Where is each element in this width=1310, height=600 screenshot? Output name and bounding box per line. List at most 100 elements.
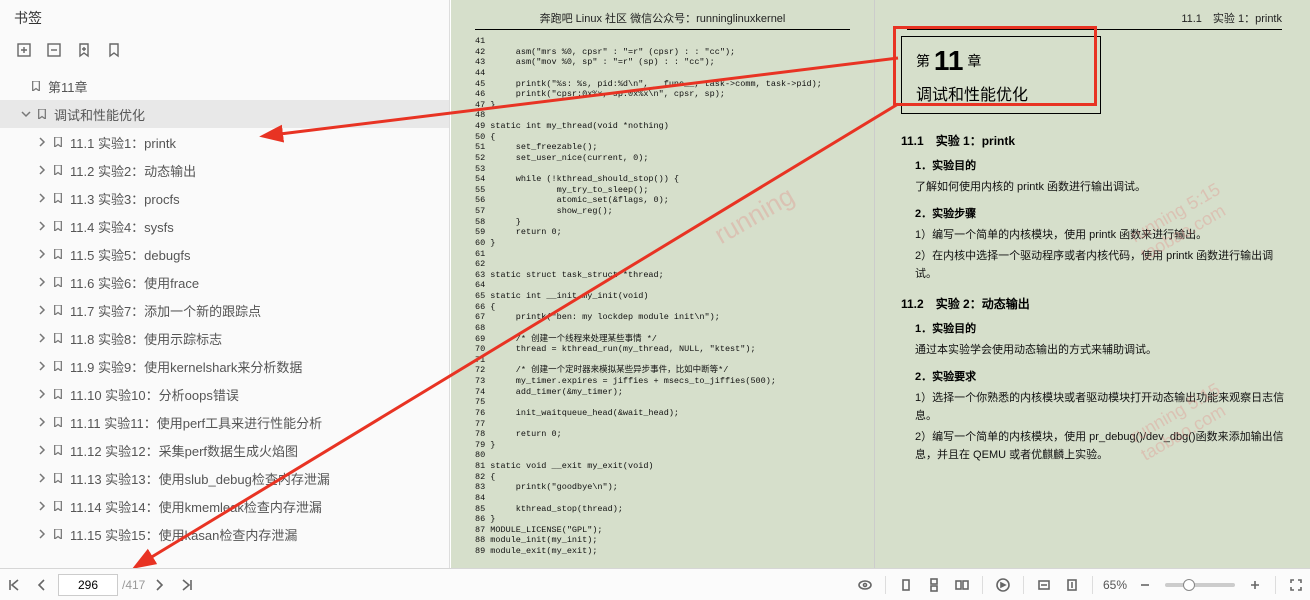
first-page-button[interactable] [0, 571, 28, 599]
fit-width-icon[interactable] [1030, 571, 1058, 599]
bookmark-node[interactable]: 11.6 实验6：使用frace [0, 268, 449, 296]
single-page-icon[interactable] [892, 571, 920, 599]
bookmark-label: 11.9 实验9：使用kernelshark来分析数据 [70, 357, 302, 376]
bookmark-add-icon[interactable] [70, 38, 98, 62]
caret-icon [34, 361, 50, 371]
subsection: 1．实验目的 [915, 157, 1288, 173]
bookmark-node[interactable]: 11.8 实验8：使用示踪标志 [0, 324, 449, 352]
page-right[interactable]: 11.1 实验 1：printk 第 11 章 调试和性能优化 11.1 实验 … [875, 0, 1310, 568]
bookmark-icon [50, 389, 66, 399]
caret-icon [34, 137, 50, 147]
bookmark-icon [50, 193, 66, 203]
expand-all-icon[interactable] [10, 38, 38, 62]
bookmark-label: 11.3 实验3：procfs [70, 189, 180, 208]
bookmark-node[interactable]: 11.1 实验1：printk [0, 128, 449, 156]
caret-icon [34, 333, 50, 343]
bookmark-label: 11.10 实验10：分析oops错误 [70, 385, 239, 404]
collapse-all-icon[interactable] [40, 38, 68, 62]
bookmark-icon [50, 137, 66, 147]
paragraph: 1）编写一个简单的内核模块，使用 printk 函数来进行输出。 [915, 227, 1288, 245]
bookmark-node[interactable]: 11.11 实验11：使用perf工具来进行性能分析 [0, 408, 449, 436]
bookmark-node[interactable]: 11.13 实验13：使用slub_debug检查内存泄漏 [0, 464, 449, 492]
bookmark-label: 11.6 实验6：使用frace [70, 273, 199, 292]
bookmark-node[interactable]: 11.10 实验10：分析oops错误 [0, 380, 449, 408]
subsection: 2．实验要求 [915, 368, 1288, 384]
bookmark-label: 调试和性能优化 [54, 105, 145, 124]
fullscreen-icon[interactable] [1282, 571, 1310, 599]
bookmark-node[interactable]: 11.4 实验4：sysfs [0, 212, 449, 240]
bookmark-label: 11.2 实验2：动态输出 [70, 161, 196, 180]
paragraph: 2）在内核中选择一个驱动程序或者内核代码，使用 printk 函数进行输出调试。 [915, 248, 1288, 283]
last-page-button[interactable] [173, 571, 201, 599]
next-page-button[interactable] [145, 571, 173, 599]
page-left[interactable]: 奔跑吧 Linux 社区 微信公众号：runninglinuxkernel 41… [451, 0, 874, 568]
bookmark-icon [50, 361, 66, 371]
autoscroll-icon[interactable] [989, 571, 1017, 599]
caret-icon [34, 193, 50, 203]
bookmark-icon [50, 473, 66, 483]
bookmark-node[interactable]: 11.15 实验15：使用kasan检查内存泄漏 [0, 520, 449, 548]
bookmark-icon [50, 529, 66, 539]
bookmark-label: 11.14 实验14：使用kmemleak检查内存泄漏 [70, 497, 322, 516]
caret-icon [34, 445, 50, 455]
bookmark-icon [28, 81, 44, 91]
page-input[interactable] [58, 574, 118, 596]
eye-icon[interactable] [851, 571, 879, 599]
sidebar-toolbar [0, 32, 449, 72]
bottom-toolbar: /417 65% [0, 568, 1310, 600]
bookmark-node[interactable]: 11.7 实验7：添加一个新的跟踪点 [0, 296, 449, 324]
bookmark-node[interactable]: 11.9 实验9：使用kernelshark来分析数据 [0, 352, 449, 380]
bookmark-icon [50, 305, 66, 315]
bookmark-icon [50, 501, 66, 511]
subsection: 1．实验目的 [915, 320, 1288, 336]
highlight-chapter-box [893, 26, 1097, 106]
bookmark-label: 11.8 实验8：使用示踪标志 [70, 329, 222, 348]
caret-icon [18, 109, 34, 119]
zoom-label: 65% [1103, 578, 1127, 592]
bookmark-node[interactable]: 11.3 实验3：procfs [0, 184, 449, 212]
two-page-icon[interactable] [948, 571, 976, 599]
paragraph: 1）选择一个你熟悉的内核模块或者驱动模块打开动态输出功能来观察日志信息。 [915, 390, 1288, 425]
caret-icon [34, 501, 50, 511]
caret-icon [34, 417, 50, 427]
fit-page-icon[interactable] [1058, 571, 1086, 599]
zoom-slider[interactable] [1165, 583, 1235, 587]
bookmarks-sidebar: 书签 第11章调试和性能优化 11.1 实验1：printk 11.2 实验2：动态… [0, 0, 450, 568]
bookmark-node[interactable]: 11.5 实验5：debugfs [0, 240, 449, 268]
paragraph: 了解如何使用内核的 printk 函数进行输出调试。 [915, 179, 1288, 197]
bookmark-label: 11.13 实验13：使用slub_debug检查内存泄漏 [70, 469, 330, 488]
bookmark-label: 11.4 实验4：sysfs [70, 217, 174, 236]
paragraph: 通过本实验学会使用动态输出的方式来辅助调试。 [915, 342, 1288, 360]
code-listing: 41 42 asm("mrs %0, cpsr" : "=r" (cpsr) :… [475, 36, 856, 557]
bookmark-label: 11.7 实验7：添加一个新的跟踪点 [70, 301, 261, 320]
bookmark-icon [50, 445, 66, 455]
prev-page-button[interactable] [28, 571, 56, 599]
bookmark-label: 11.15 实验15：使用kasan检查内存泄漏 [70, 525, 297, 544]
bookmark-tree[interactable]: 第11章调试和性能优化 11.1 实验1：printk 11.2 实验2：动态输出 1… [0, 72, 449, 568]
bookmark-label: 11.11 实验11：使用perf工具来进行性能分析 [70, 413, 322, 432]
bookmark-node[interactable]: 11.14 实验14：使用kmemleak检查内存泄漏 [0, 492, 449, 520]
paragraph: 2）编写一个简单的内核模块，使用 pr_debug()/dev_dbg()函数来… [915, 429, 1288, 464]
bookmark-icon [50, 249, 66, 259]
bookmark-icon [50, 221, 66, 231]
bookmark-label: 11.5 实验5：debugfs [70, 245, 190, 264]
subsection: 2．实验步骤 [915, 205, 1288, 221]
caret-icon [34, 305, 50, 315]
sidebar-title: 书签 [14, 8, 435, 28]
bookmark-node[interactable]: 11.12 实验12：采集perf数据生成火焰图 [0, 436, 449, 464]
caret-icon [34, 221, 50, 231]
zoom-out-button[interactable] [1131, 571, 1159, 599]
watermark: running 5:15 taobao.com [1127, 137, 1308, 266]
bookmark-label: 11.1 实验1：printk [70, 133, 176, 152]
bookmark-node[interactable]: 第11章 [0, 72, 449, 100]
zoom-in-button[interactable] [1241, 571, 1269, 599]
bookmark-node[interactable]: 调试和性能优化 [0, 100, 449, 128]
caret-icon [34, 529, 50, 539]
caret-icon [34, 389, 50, 399]
caret-icon [34, 165, 50, 175]
bookmark-node[interactable]: 11.2 实验2：动态输出 [0, 156, 449, 184]
bookmark-label: 11.12 实验12：采集perf数据生成火焰图 [70, 441, 298, 460]
page-header-left: 奔跑吧 Linux 社区 微信公众号：runninglinuxkernel [475, 6, 850, 30]
bookmark-icon[interactable] [100, 38, 128, 62]
continuous-page-icon[interactable] [920, 571, 948, 599]
